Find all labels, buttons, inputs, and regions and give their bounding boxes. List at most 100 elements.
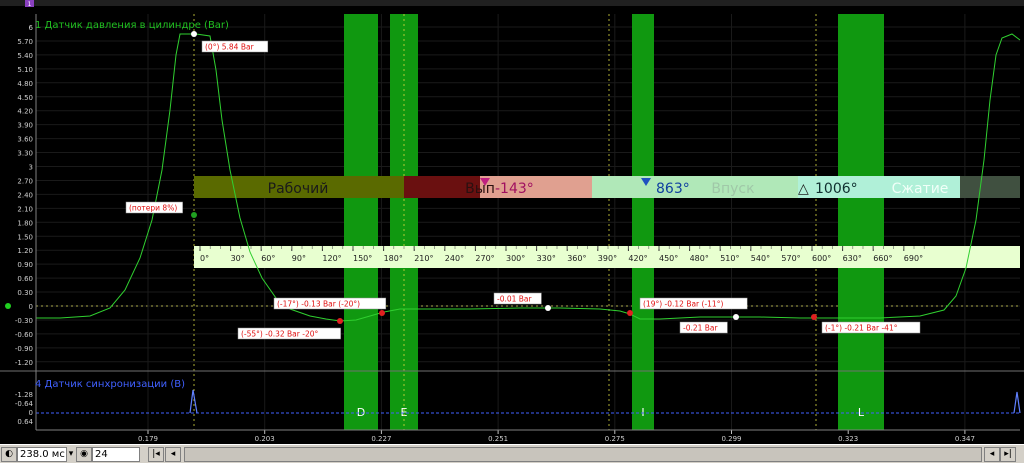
- y-tick-label: 2.10: [17, 205, 33, 213]
- y-tick-label: 0: [29, 303, 33, 311]
- y-tick-label: -0.60: [15, 331, 33, 339]
- x-tick-label: 0.179: [138, 435, 158, 443]
- degree-tick-label: 210°: [414, 254, 433, 263]
- status-bar: ◐ 238.0 мс ▾ ◉ 24 |◂ ◂ ◂ ▸|: [0, 444, 1024, 463]
- degree-tick-label: 480°: [690, 254, 709, 263]
- degree-tick-label: 330°: [537, 254, 556, 263]
- time-base-dropdown-icon[interactable]: ▾: [66, 447, 76, 462]
- x-tick-label: 0.323: [838, 435, 858, 443]
- sync-pulse: [189, 389, 198, 414]
- degree-tick-label: 600°: [812, 254, 831, 263]
- annotation-text: (0°) 5.84 Bar: [205, 43, 255, 52]
- y-tick-label: 4.80: [17, 80, 33, 88]
- degree-tick-label: 690°: [904, 254, 923, 263]
- y-tick-label: -0.30: [15, 317, 33, 325]
- oscilloscope-window: DEIL РабочийВыпВпускСжатие-143°863°△1006…: [0, 0, 1024, 463]
- count-stepper-icon[interactable]: ◉: [76, 447, 92, 462]
- degree-tick-label: 180°: [384, 254, 403, 263]
- annotation-text: (потери 8%): [129, 204, 177, 213]
- y-tick-label: -0.90: [15, 345, 33, 353]
- phase-label-working: Рабочий: [268, 181, 329, 197]
- measure-point[interactable]: [191, 31, 197, 37]
- y-tick-label: 2.70: [17, 177, 33, 185]
- prev-page-icon[interactable]: ◂: [165, 447, 181, 462]
- degree-tick-label: 300°: [506, 254, 525, 263]
- first-page-icon[interactable]: |◂: [148, 447, 164, 462]
- y-tick-label: 5.10: [17, 66, 33, 74]
- measure-point[interactable]: [545, 305, 551, 311]
- phase-label-compression: Сжатие: [892, 181, 949, 197]
- degree-tick-label: 630°: [843, 254, 862, 263]
- y-tick-label: 3: [29, 164, 33, 172]
- y-tick-label: 1.20: [17, 247, 33, 255]
- y-tick-label: 5.70: [17, 38, 33, 46]
- degree-tick-label: 0°: [200, 254, 209, 263]
- horizontal-scrollbar[interactable]: [184, 447, 982, 462]
- degree-tick-label: 390°: [598, 254, 617, 263]
- x-tick-label: 0.203: [255, 435, 275, 443]
- measure-point[interactable]: [337, 318, 343, 324]
- y-tick-label: 1.50: [17, 233, 33, 241]
- scroll-left-icon[interactable]: ◂: [984, 447, 1000, 462]
- measure-point[interactable]: [191, 212, 197, 218]
- y-tick-label: 2.40: [17, 191, 33, 199]
- exhaust-marker-value: -143°: [495, 181, 534, 197]
- channel1-title: 1 Датчик давления в цилиндре (Bar): [35, 20, 229, 31]
- y-tick-label: 0.30: [17, 289, 33, 297]
- x-tick-label: 0.227: [371, 435, 391, 443]
- y-tick-label: 3.30: [17, 150, 33, 158]
- phase-label-exhaust: Вып: [465, 181, 495, 197]
- degree-tick-label: 270°: [475, 254, 494, 263]
- y-tick-label: -1.20: [15, 359, 33, 367]
- degree-scale[interactable]: 0° 30° 60° 90° 120° 150° 180° 210° 240° 270° 300° 3…: [194, 246, 1020, 268]
- degree-tick-label: 510°: [720, 254, 739, 263]
- time-stepper-icon[interactable]: ◐: [1, 447, 17, 462]
- compression-marker-value: 1006°: [815, 181, 858, 197]
- degree-tick-label: 420°: [628, 254, 647, 263]
- phase-label-intake: Впуск: [711, 181, 754, 197]
- degree-tick-label: 30°: [231, 254, 245, 263]
- phase-strip: Рабочий Вып Впуск Сжатие -143° 863° △ 1006°: [194, 176, 1020, 198]
- intake-marker-value: 863°: [656, 181, 690, 197]
- measure-point[interactable]: [811, 314, 817, 320]
- x-tick-label: 0.299: [721, 435, 741, 443]
- scope-canvas[interactable]: DEIL РабочийВыпВпускСжатие-143°863°△1006…: [0, 0, 1024, 444]
- degree-tick-label: 60°: [261, 254, 275, 263]
- y-tick-label-ch4: 0.64: [17, 418, 33, 426]
- degree-tick-label: 150°: [353, 254, 372, 263]
- y-tick-label: 3.90: [17, 122, 33, 130]
- degree-tick-label: 120°: [322, 254, 341, 263]
- y-tick-label: 0.90: [17, 261, 33, 269]
- y-tick-label-ch4: -1.28: [15, 391, 33, 399]
- measure-point[interactable]: [733, 314, 739, 320]
- degree-tick-label: 90°: [292, 254, 306, 263]
- annotation-text: (19°) -0.12 Bar (-11°): [643, 300, 723, 309]
- x-tick-label: 0.275: [605, 435, 625, 443]
- channel1-zero-marker[interactable]: [5, 303, 11, 309]
- degree-tick-label: 540°: [751, 254, 770, 263]
- y-tick-label-ch4: -0.64: [15, 400, 34, 408]
- degree-tick-label: 570°: [781, 254, 800, 263]
- y-tick-label: 6: [29, 24, 34, 32]
- degree-tick-label: 360°: [567, 254, 586, 263]
- top-bar: [0, 0, 1024, 6]
- annotation-text: -0.21 Bar: [683, 324, 719, 333]
- degree-tick-label: 450°: [659, 254, 678, 263]
- y-tick-label: 3.60: [17, 136, 33, 144]
- sync-pulse: [1013, 391, 1021, 414]
- count-field[interactable]: 24: [92, 447, 140, 462]
- cursor-band: [344, 14, 378, 430]
- measure-point[interactable]: [627, 310, 633, 316]
- degree-tick-label: 240°: [445, 254, 464, 263]
- time-base-field[interactable]: 238.0 мс: [17, 447, 67, 462]
- annotation-text: -0.01 Bar: [497, 295, 533, 304]
- y-tick-label: 4.20: [17, 108, 33, 116]
- last-page-icon[interactable]: ▸|: [1000, 447, 1016, 462]
- x-tick-label: 0.347: [955, 435, 975, 443]
- degree-tick-label: 660°: [873, 254, 892, 263]
- measure-point[interactable]: [379, 310, 385, 316]
- annotation-text: (-17°) -0.13 Bar (-20°): [277, 300, 360, 309]
- y-tick-label: 0.60: [17, 275, 33, 283]
- cursor-band: [838, 14, 884, 430]
- channel4-title: 4 Датчик синхронизации (В): [35, 379, 185, 390]
